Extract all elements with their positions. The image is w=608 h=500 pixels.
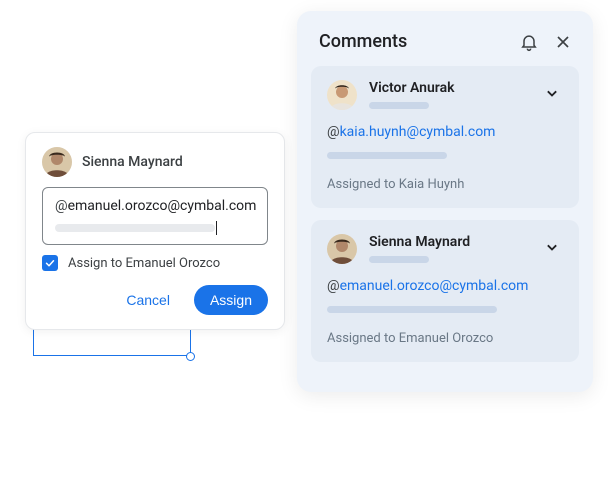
timestamp-placeholder bbox=[369, 102, 429, 109]
mention-email: emanuel.orozco@cymbal.com bbox=[340, 278, 529, 294]
assigned-to-text: Assigned to Emanuel Orozco bbox=[327, 331, 563, 346]
comment-card: Victor Anurak @kaia.huynh@cymbal.com Ass… bbox=[311, 66, 579, 208]
comment-author: Victor Anurak bbox=[369, 80, 529, 96]
at-symbol: @ bbox=[327, 124, 340, 140]
cancel-button[interactable]: Cancel bbox=[110, 285, 186, 315]
assign-checkbox[interactable] bbox=[42, 255, 58, 271]
compose-header: Sienna Maynard bbox=[42, 147, 268, 177]
timestamp-placeholder bbox=[369, 256, 429, 263]
comment-head-text: Sienna Maynard bbox=[369, 234, 529, 263]
close-icon[interactable] bbox=[553, 32, 573, 52]
mention-email: kaia.huynh@cymbal.com bbox=[340, 124, 496, 140]
input-placeholder-line bbox=[55, 224, 215, 232]
assign-checkbox-row[interactable]: Assign to Emanuel Orozco bbox=[42, 255, 268, 271]
compose-actions: Cancel Assign bbox=[42, 285, 268, 315]
at-symbol: @ bbox=[55, 198, 68, 214]
assign-label: Assign to Emanuel Orozco bbox=[68, 256, 220, 271]
avatar bbox=[327, 234, 357, 264]
panel-header-icons bbox=[519, 32, 573, 52]
comment-mention[interactable]: @emanuel.orozco@cymbal.com bbox=[327, 278, 563, 294]
comment-input[interactable]: @emanuel.orozco@cymbal.com bbox=[42, 187, 268, 245]
comment-mention[interactable]: @kaia.huynh@cymbal.com bbox=[327, 124, 563, 140]
body-placeholder-line bbox=[327, 152, 447, 159]
comments-panel: Comments bbox=[297, 11, 593, 392]
bell-icon[interactable] bbox=[519, 32, 539, 52]
comment-author: Sienna Maynard bbox=[369, 234, 529, 250]
body-placeholder-line bbox=[327, 306, 497, 313]
assigned-to-text: Assigned to Kaia Huynh bbox=[327, 177, 563, 192]
selection-handle[interactable] bbox=[186, 352, 195, 361]
compose-author: Sienna Maynard bbox=[82, 154, 183, 170]
panel-title: Comments bbox=[319, 31, 407, 52]
assign-button[interactable]: Assign bbox=[194, 285, 268, 315]
at-symbol: @ bbox=[327, 278, 340, 294]
panel-header: Comments bbox=[311, 27, 579, 66]
mention-email: emanuel.orozco@cymbal.com bbox=[68, 198, 257, 214]
avatar bbox=[327, 80, 357, 110]
avatar bbox=[42, 147, 72, 177]
comment-header: Sienna Maynard bbox=[327, 234, 563, 264]
comment-head-text: Victor Anurak bbox=[369, 80, 529, 109]
mention-text: @emanuel.orozco@cymbal.com bbox=[55, 198, 255, 214]
comment-card: Sienna Maynard @emanuel.orozco@cymbal.co… bbox=[311, 220, 579, 362]
compose-comment-card: Sienna Maynard @emanuel.orozco@cymbal.co… bbox=[25, 132, 285, 330]
chevron-down-icon[interactable] bbox=[541, 82, 563, 104]
comment-header: Victor Anurak bbox=[327, 80, 563, 110]
chevron-down-icon[interactable] bbox=[541, 236, 563, 258]
